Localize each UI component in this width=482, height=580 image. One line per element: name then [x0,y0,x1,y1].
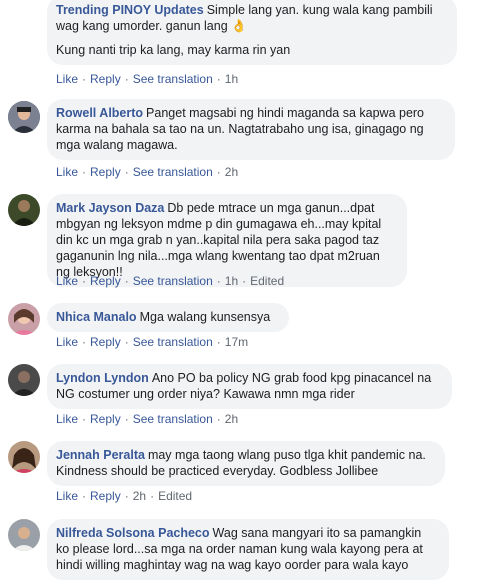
edited-label[interactable]: Edited [158,489,192,503]
comment-actions: Like · Reply · 2h · Edited [56,489,193,503]
comment-actions: Like · Reply · See translation · 17m [56,335,249,349]
like-link[interactable]: Like [56,165,78,179]
comment-actions: Like · Reply · See translation · 1h [56,72,239,86]
comment-actions: Like · Reply · See translation · 2h [56,165,239,179]
timestamp[interactable]: 1h [225,72,238,86]
comment-actions: Like · Reply · See translation · 1h · Edited [56,274,285,288]
see-translation-link[interactable]: See translation [133,274,213,288]
comment-text: Mga walang kunsensya [139,310,271,324]
reply-link[interactable]: Reply [90,412,121,426]
comment-bubble: Jennah Peralta may mga taong wlang puso t… [47,441,445,486]
comment-bubble: Lyndon Lyndon Ano PO ba policy NG grab fo… [47,364,452,409]
user-avatar-icon[interactable] [8,303,40,335]
comment-bubble: Rowell Alberto Panget magsabi ng hindi ma… [47,99,455,160]
comment-bubble: Nhica Manalo Mga walang kunsensya [47,303,289,332]
comment-author[interactable]: Mark Jayson Daza [56,201,164,215]
reply-link[interactable]: Reply [90,489,121,503]
comment-author[interactable]: Lyndon Lyndon [56,371,149,385]
comment-bubble: Trending PINOY Updates Simple lang yan. k… [47,0,457,65]
reply-link[interactable]: Reply [90,72,121,86]
see-translation-link[interactable]: See translation [133,412,213,426]
comment-author[interactable]: Jennah Peralta [56,448,145,462]
comment-author[interactable]: Nilfreda Solsona Pacheco [56,526,210,540]
timestamp[interactable]: 2h [133,489,146,503]
like-link[interactable]: Like [56,274,78,288]
timestamp[interactable]: 2h [225,165,238,179]
timestamp[interactable]: 2h [225,412,238,426]
reply-link[interactable]: Reply [90,274,121,288]
user-avatar-icon[interactable] [8,194,40,226]
like-link[interactable]: Like [56,489,78,503]
see-translation-link[interactable]: See translation [133,335,213,349]
comment-actions: Like · Reply · See translation · 2h [56,412,239,426]
like-link[interactable]: Like [56,335,78,349]
like-link[interactable]: Like [56,72,78,86]
user-avatar-icon[interactable] [8,441,40,473]
user-avatar-icon[interactable] [8,364,40,396]
reply-link[interactable]: Reply [90,335,121,349]
like-link[interactable]: Like [56,412,78,426]
see-translation-link[interactable]: See translation [133,165,213,179]
timestamp[interactable]: 17m [225,335,248,349]
reply-link[interactable]: Reply [90,165,121,179]
edited-label[interactable]: Edited [250,274,284,288]
timestamp[interactable]: 1h [225,274,238,288]
comment-author[interactable]: Rowell Alberto [56,106,143,120]
see-translation-link[interactable]: See translation [133,72,213,86]
comment-bubble: Nilfreda Solsona Pacheco Wag sana mangyar… [47,519,449,580]
comment-text-2: Kung nanti trip ka lang, may karma rin y… [56,43,291,57]
comment-author[interactable]: Trending PINOY Updates [56,3,204,17]
user-avatar-icon[interactable] [8,101,40,133]
user-avatar-icon[interactable] [8,519,40,551]
comment-author[interactable]: Nhica Manalo [56,310,137,324]
